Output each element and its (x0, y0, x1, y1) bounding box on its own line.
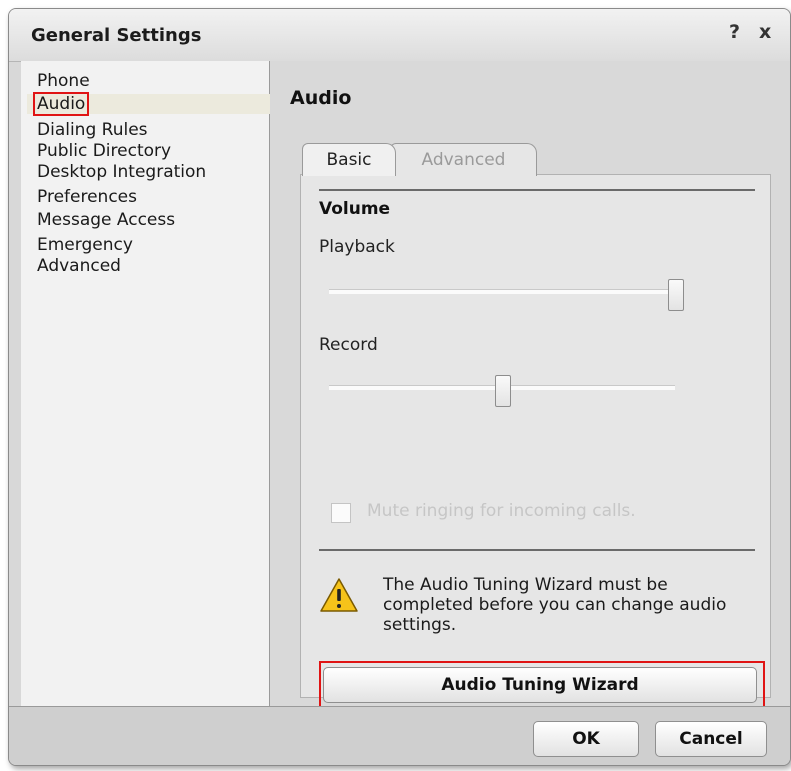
tab-basic[interactable]: Basic (302, 143, 396, 176)
sidebar-item-emergency[interactable]: Emergency (37, 235, 133, 255)
sidebar-item-message-access[interactable]: Message Access (37, 210, 175, 230)
dialog-title: General Settings (31, 25, 202, 46)
slider-thumb[interactable] (668, 279, 684, 311)
record-volume-slider[interactable] (329, 375, 675, 407)
sidebar-item-label: Public Directory (37, 141, 172, 161)
playback-label: Playback (319, 237, 395, 257)
sidebar-item-label: Message Access (37, 210, 176, 230)
settings-category-list: Phone Audio Dialing Rules Public Directo… (21, 61, 270, 706)
tab-advanced[interactable]: Advanced (390, 143, 537, 176)
sidebar-item-public-directory[interactable]: Public Directory (37, 141, 171, 161)
sidebar-item-desktop-integration[interactable]: Desktop Integration (37, 162, 206, 182)
sidebar-item-label: Dialing Rules (37, 120, 148, 140)
sidebar-item-label: Preferences (37, 187, 137, 207)
cancel-button[interactable]: Cancel (655, 721, 767, 757)
divider (319, 549, 755, 551)
warning-icon (320, 578, 358, 612)
audio-settings-pane: Audio Advanced Basic Volume Playback Rec… (270, 61, 790, 715)
audio-wizard-warning-text: The Audio Tuning Wizard must be complete… (383, 575, 727, 635)
sidebar-item-advanced[interactable]: Advanced (37, 256, 121, 276)
volume-heading: Volume (319, 199, 391, 219)
close-button[interactable]: x (759, 21, 771, 43)
sidebar-item-dialing-rules[interactable]: Dialing Rules (37, 120, 148, 140)
slider-thumb[interactable] (495, 375, 511, 407)
help-button[interactable]: ? (729, 21, 740, 43)
slider-track (329, 289, 675, 294)
sidebar-item-label: Desktop Integration (37, 162, 207, 182)
sidebar-item-audio[interactable]: Audio (27, 92, 270, 116)
sidebar-item-label: Emergency (37, 235, 133, 255)
record-label: Record (319, 335, 378, 355)
sidebar-item-label: Advanced (37, 256, 121, 276)
divider (319, 189, 755, 191)
mute-ringing-label: Mute ringing for incoming calls. (367, 501, 636, 521)
sidebar-item-label: Audio (32, 92, 90, 116)
audio-tuning-wizard-button[interactable]: Audio Tuning Wizard (323, 667, 757, 703)
ok-button[interactable]: OK (533, 721, 639, 757)
sidebar-item-preferences[interactable]: Preferences (37, 187, 137, 207)
basic-tab-panel: Volume Playback Record Mute ringing for … (300, 174, 771, 715)
playback-volume-slider[interactable] (329, 279, 684, 311)
mute-ringing-checkbox[interactable] (331, 503, 351, 523)
sidebar-item-label: Phone (37, 71, 90, 91)
dialog-footer: OK Cancel (9, 706, 790, 765)
sidebar-item-phone[interactable]: Phone (37, 71, 90, 91)
general-settings-dialog: General Settings ? x Phone Audio Dialing… (8, 8, 791, 766)
title-bar: General Settings ? x (9, 9, 790, 62)
section-title: Audio (290, 87, 352, 109)
